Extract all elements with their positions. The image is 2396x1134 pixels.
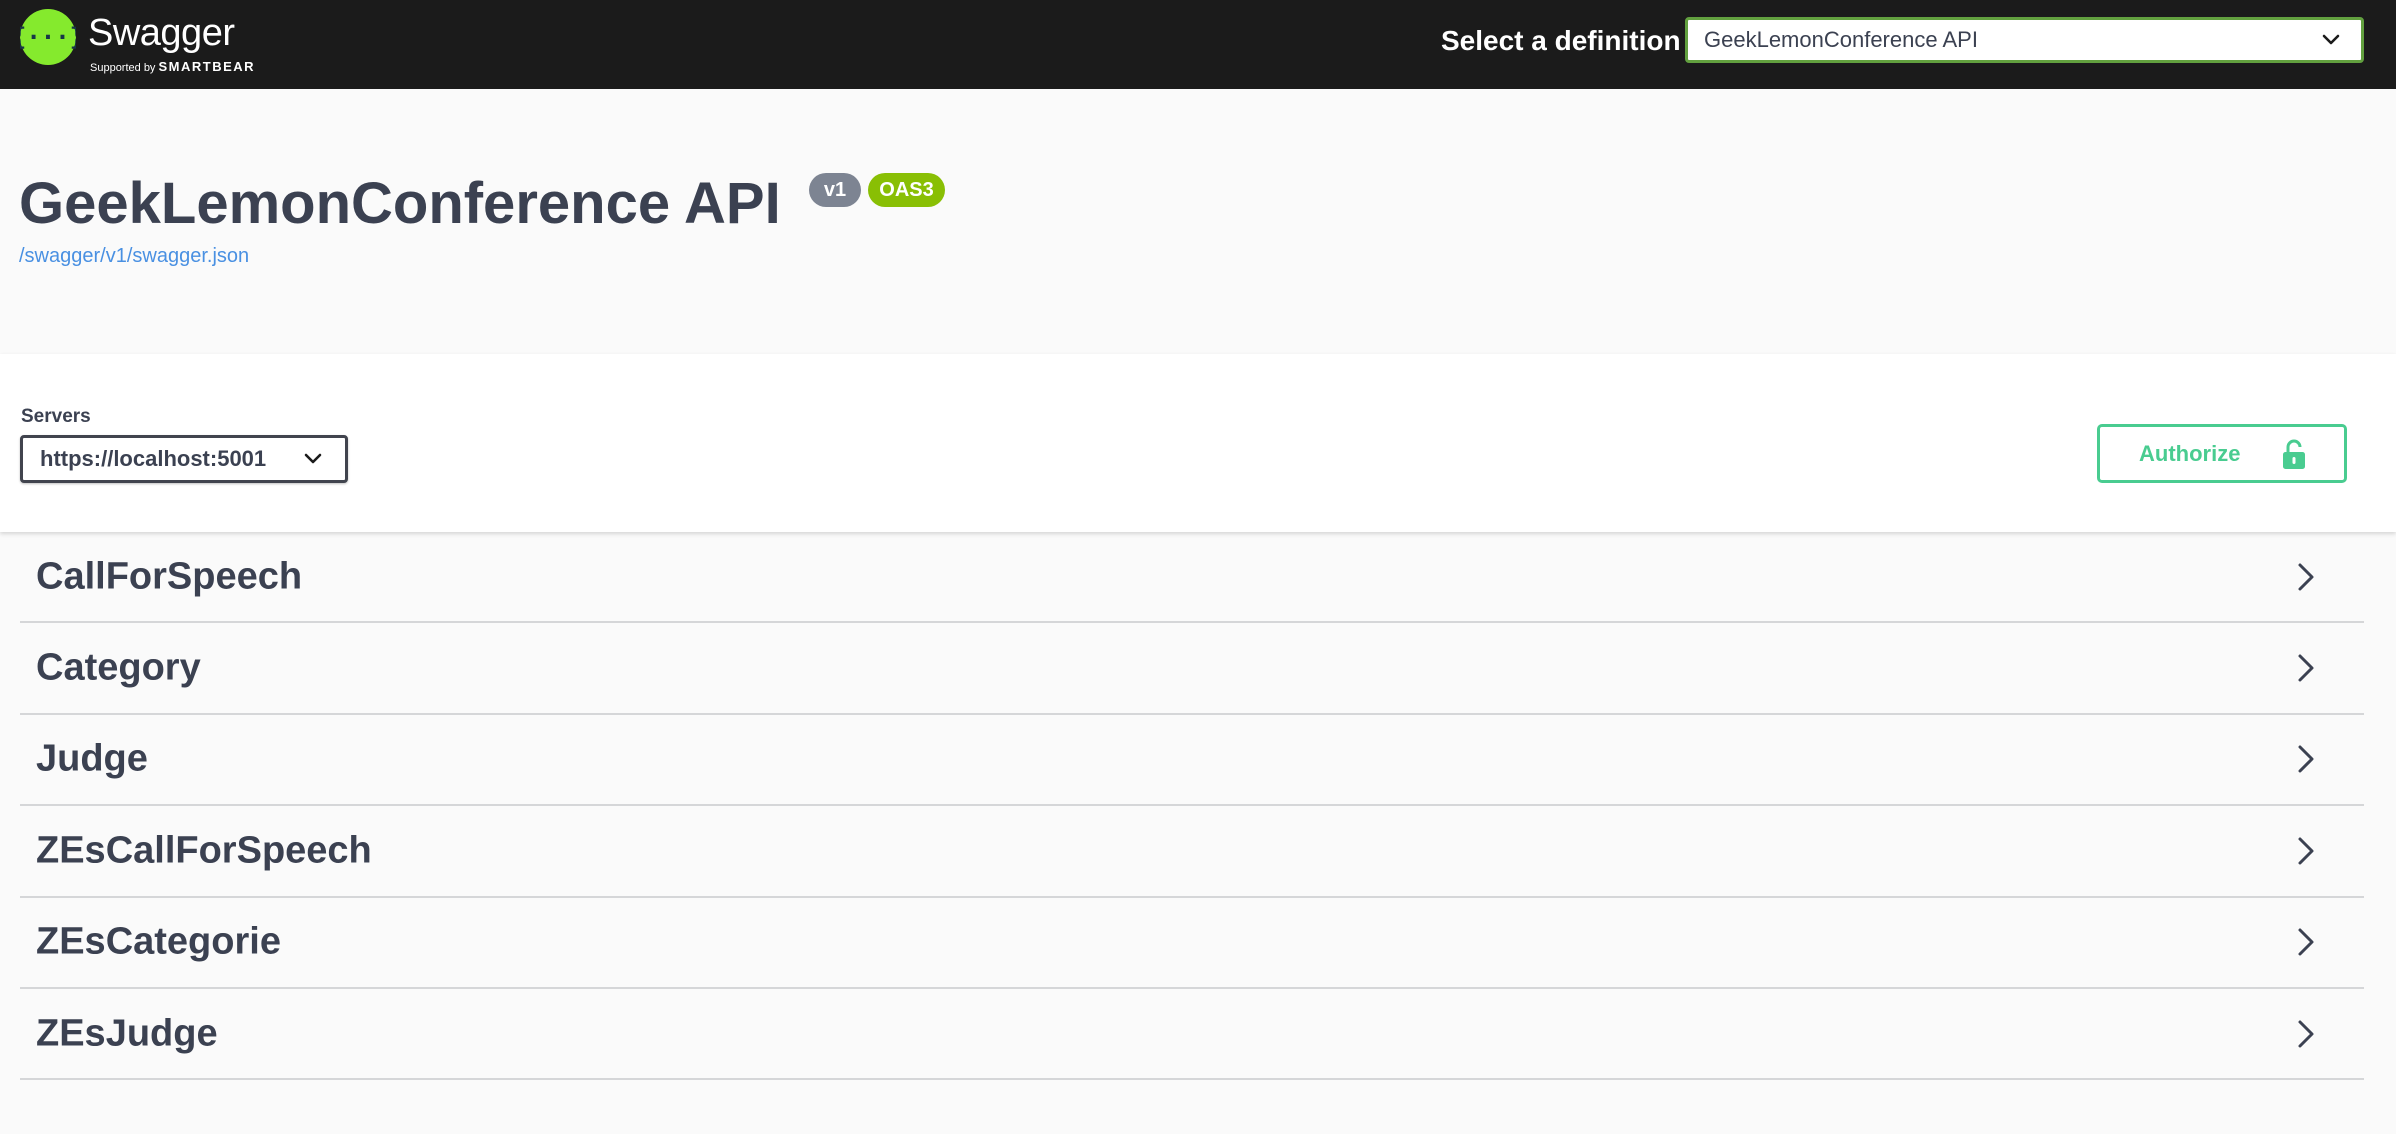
swagger-logo[interactable]: {···} Swagger Supported by SMARTBEAR: [20, 9, 260, 77]
logo-supported-by: Supported by: [90, 62, 156, 74]
unlocked-padlock-icon: [2283, 439, 2305, 469]
tag-name: Judge: [36, 737, 148, 780]
spec-json-link[interactable]: /swagger/v1/swagger.json: [19, 245, 249, 268]
servers-label: Servers: [21, 406, 91, 427]
tag-sections: CallForSpeech Category Judge ZEsCallForS…: [20, 532, 2364, 1081]
logo-wordmark: Swagger: [88, 12, 235, 54]
tag-section-category[interactable]: Category: [20, 623, 2364, 715]
chevron-down-icon: [2322, 34, 2340, 45]
topbar: {···} Swagger Supported by SMARTBEAR Sel…: [0, 0, 2396, 89]
definition-label: Select a definition: [1441, 25, 1681, 56]
tag-section-zescategorie[interactable]: ZEsCategorie: [20, 898, 2364, 989]
tag-section-zesjudge[interactable]: ZEsJudge: [20, 989, 2364, 1081]
chevron-right-icon: [2298, 745, 2314, 773]
tag-name: ZEsJudge: [36, 1012, 218, 1055]
tag-name: CallForSpeech: [36, 555, 303, 598]
chevron-right-icon: [2298, 563, 2314, 591]
api-title: GeekLemonConference API: [19, 171, 781, 236]
authorize-button[interactable]: Authorize: [2097, 424, 2347, 483]
chevron-right-icon: [2298, 1020, 2314, 1048]
definition-select-value: GeekLemonConference API: [1704, 27, 1978, 52]
version-badge: v1: [809, 173, 861, 207]
tag-name: Category: [36, 646, 201, 689]
definition-select[interactable]: GeekLemonConference API: [1685, 17, 2364, 63]
tag-section-judge[interactable]: Judge: [20, 715, 2364, 807]
api-info: GeekLemonConference API v1 OAS3 /swagger…: [0, 89, 2396, 354]
tag-section-zescallforspeech[interactable]: ZEsCallForSpeech: [20, 806, 2364, 898]
logo-tagline: Supported by SMARTBEAR: [90, 59, 255, 74]
chevron-right-icon: [2298, 654, 2314, 682]
tag-name: ZEsCategorie: [36, 920, 281, 963]
logo-company: SMARTBEAR: [158, 59, 256, 74]
tag-name: ZEsCallForSpeech: [36, 829, 372, 872]
swagger-logo-icon: {···}: [20, 9, 76, 65]
authorize-label: Authorize: [2139, 441, 2241, 466]
svg-text:{···}: {···}: [20, 23, 76, 51]
servers-select-value: https://localhost:5001: [40, 446, 267, 471]
chevron-down-icon: [304, 453, 322, 464]
tag-section-callforspeech[interactable]: CallForSpeech: [20, 532, 2364, 624]
chevron-right-icon: [2298, 837, 2314, 865]
chevron-right-icon: [2298, 928, 2314, 956]
servers-select[interactable]: https://localhost:5001: [20, 435, 348, 483]
scheme-container: Servers https://localhost:5001 Authorize: [0, 354, 2396, 532]
oas-badge: OAS3: [868, 173, 945, 207]
